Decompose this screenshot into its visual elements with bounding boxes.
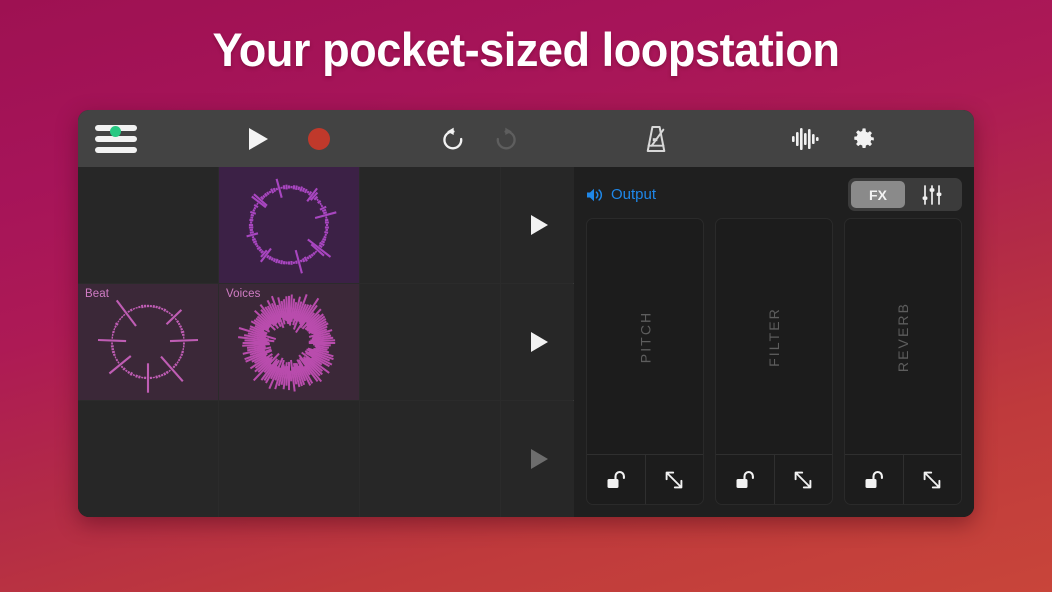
settings-button[interactable] bbox=[849, 110, 877, 167]
play-button[interactable] bbox=[249, 110, 268, 167]
play-icon bbox=[530, 215, 548, 235]
fx-panel: Output FX PITCH FILTER REVERB bbox=[574, 167, 974, 517]
metronome-icon bbox=[646, 125, 666, 152]
play-icon bbox=[530, 449, 548, 469]
expand-button[interactable] bbox=[644, 455, 704, 504]
unlock-icon bbox=[865, 470, 883, 488]
sliders-tab[interactable] bbox=[905, 181, 959, 208]
hamburger-menu-icon[interactable] bbox=[95, 110, 137, 167]
fx-slot-pitch[interactable]: PITCH bbox=[586, 218, 704, 505]
loop-cell[interactable] bbox=[360, 167, 500, 283]
loop-cell[interactable] bbox=[219, 167, 359, 283]
fx-slot-footer bbox=[845, 454, 961, 504]
expand-diagonal-icon bbox=[923, 471, 941, 488]
lock-button[interactable] bbox=[587, 455, 645, 504]
waveform-button[interactable] bbox=[790, 110, 820, 167]
loop-cell[interactable]: Beat bbox=[78, 284, 218, 400]
unlock-icon bbox=[736, 470, 754, 488]
loop-cell[interactable] bbox=[360, 401, 500, 517]
gear-icon bbox=[854, 127, 874, 148]
circular-waveform bbox=[246, 178, 337, 274]
loop-cell[interactable] bbox=[78, 401, 218, 517]
fx-slot-body[interactable]: REVERB bbox=[845, 219, 961, 454]
expand-diagonal-icon bbox=[794, 471, 812, 488]
fx-slot-body[interactable]: PITCH bbox=[587, 219, 703, 454]
fx-panel-header: Output FX bbox=[586, 177, 962, 212]
redo-button[interactable] bbox=[492, 110, 520, 167]
lock-button[interactable] bbox=[716, 455, 774, 504]
fx-tab[interactable]: FX bbox=[851, 181, 905, 208]
fx-columns: PITCH FILTER REVERB bbox=[586, 212, 962, 505]
fx-slot-label: REVERB bbox=[895, 301, 911, 372]
fx-slot-label: PITCH bbox=[637, 310, 653, 363]
undo-icon bbox=[443, 127, 463, 149]
circular-waveform-sparse bbox=[97, 299, 199, 393]
green-dot-indicator bbox=[110, 126, 121, 137]
loop-cell[interactable]: Voices bbox=[219, 284, 359, 400]
app-window: Beat Voices Output FX PITCH FILTER REVER… bbox=[78, 110, 974, 517]
fx-slot-reverb[interactable]: REVERB bbox=[844, 218, 962, 505]
loop-cell[interactable] bbox=[360, 284, 500, 400]
undo-button[interactable] bbox=[439, 110, 467, 167]
expand-diagonal-icon bbox=[665, 471, 683, 488]
speaker-icon bbox=[587, 188, 603, 201]
row-play-button[interactable] bbox=[501, 167, 577, 283]
redo-icon bbox=[496, 127, 516, 149]
loop-cell[interactable] bbox=[219, 401, 359, 517]
record-button[interactable] bbox=[308, 110, 330, 167]
fx-slot-footer bbox=[716, 454, 832, 504]
lock-button[interactable] bbox=[845, 455, 903, 504]
mixer-sliders-icon bbox=[922, 184, 942, 205]
fx-slot-body[interactable]: FILTER bbox=[716, 219, 832, 454]
fx-sliders-toggle-group: FX bbox=[848, 178, 962, 211]
toolbar bbox=[78, 110, 974, 167]
output-label: Output bbox=[611, 186, 657, 203]
fx-slot-filter[interactable]: FILTER bbox=[715, 218, 833, 505]
loop-grid: Beat Voices bbox=[78, 167, 577, 517]
page-title: Your pocket-sized loopstation bbox=[212, 23, 840, 76]
audio-waveform-icon bbox=[792, 127, 819, 150]
circular-waveform-dense bbox=[237, 294, 336, 392]
play-icon bbox=[530, 332, 548, 352]
play-icon bbox=[249, 127, 268, 150]
fx-slot-footer bbox=[587, 454, 703, 504]
metronome-button[interactable] bbox=[640, 110, 672, 167]
unlock-icon bbox=[607, 470, 625, 488]
loop-cell[interactable] bbox=[78, 167, 218, 283]
expand-button[interactable] bbox=[773, 455, 833, 504]
menu-bar bbox=[95, 146, 137, 153]
fx-slot-label: FILTER bbox=[765, 306, 782, 367]
app-body: Beat Voices Output FX PITCH FILTER REVER… bbox=[78, 167, 974, 517]
row-play-button[interactable] bbox=[501, 284, 577, 400]
record-icon bbox=[308, 127, 330, 150]
row-play-button[interactable] bbox=[501, 401, 577, 517]
expand-button[interactable] bbox=[902, 455, 962, 504]
